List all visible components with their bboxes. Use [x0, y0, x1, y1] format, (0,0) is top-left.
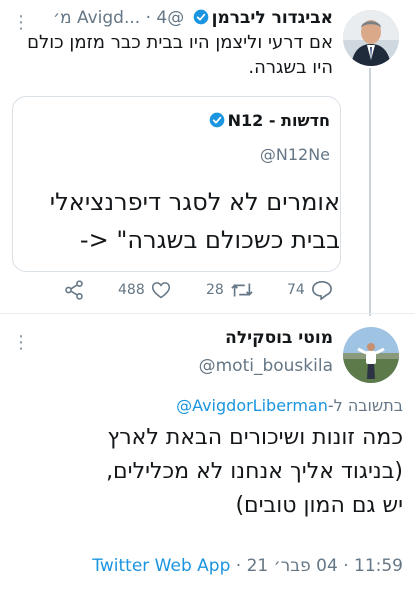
avatar[interactable]	[343, 327, 399, 383]
heart-icon	[151, 282, 170, 299]
retweet-count: 28	[206, 282, 224, 298]
quoted-author-handle: @N12Ne	[259, 145, 330, 164]
retweet-button[interactable]: 28	[206, 280, 254, 300]
reply-count: 74	[287, 282, 305, 298]
like-count: 488	[118, 282, 145, 298]
tweet-divider	[0, 313, 415, 314]
tweet-text-line: כמה זונות ושיכורים הבאת לארץ	[107, 425, 403, 450]
avatar-bouskila-image	[343, 327, 399, 383]
like-button[interactable]: 488	[118, 280, 171, 300]
quoted-author-name: חדשות - N12	[227, 111, 330, 130]
share-icon	[65, 280, 83, 300]
quoted-tweet-header: חדשות - N12	[30, 111, 330, 131]
avatar-liberman-image	[343, 10, 399, 66]
retweet-icon	[231, 283, 253, 297]
source-app-link[interactable]: Twitter Web App	[92, 556, 230, 576]
dot-separator: ·	[235, 556, 242, 576]
tweet-date[interactable]: 04 פבר׳ 21	[247, 556, 338, 576]
tweet-text-line: (בניגוד אליך אנחנו לא מכלילים,	[106, 459, 403, 484]
avatar[interactable]	[343, 10, 399, 66]
dot-separator: ·	[343, 556, 349, 576]
thread-connector-line	[369, 68, 371, 316]
tweet-time[interactable]: 11:59	[354, 556, 403, 576]
reply-icon	[311, 280, 332, 300]
author-handle[interactable]: @Avigd...	[77, 8, 184, 28]
verified-badge-icon	[193, 9, 208, 25]
tweet-text: כמה זונות ושיכורים הבאת לארץ (בניגוד אלי…	[3, 421, 403, 523]
reply-mention-link[interactable]: @AvigdorLiberman	[176, 396, 328, 415]
quoted-text-line: בבית כשכולם בשגרה" <-	[79, 226, 340, 254]
quoted-text-line: אומרים לא לסגר דיפרנציאלי	[49, 188, 340, 216]
tweet-metadata: Twitter Web App · 04 פבר׳ 21 · 11:59	[92, 556, 403, 576]
reply-prefix: בתשובה ל-	[327, 396, 403, 415]
quoted-tweet-text: אומרים לא לסגר דיפרנציאלי בבית כשכולם בש…	[13, 183, 340, 259]
reply-button[interactable]: 74	[287, 280, 333, 300]
reply-context: בתשובה ל-@AvigdorLiberman	[176, 396, 403, 415]
dot-separator: ·	[145, 8, 151, 28]
author-name[interactable]: מוטי בוסקילה	[225, 328, 333, 348]
verified-badge-icon	[209, 112, 224, 128]
author-handle[interactable]: @moti_bouskila	[199, 356, 333, 376]
quoted-tweet[interactable]: חדשות - N12 @N12Ne אומרים לא לסגר דיפרנצ…	[12, 96, 341, 272]
author-name[interactable]: אביגדור ליברמן	[212, 8, 333, 28]
tweet-text-line: יש גם המון טובים)	[235, 493, 403, 518]
more-options-icon[interactable]: ⋮	[12, 334, 30, 352]
tweet-header: אביגדור ליברמן @Avigd... · 4 מ׳	[13, 7, 333, 29]
tweet-text: אם דרעי וליצמן היו בבית כבר מזמן כולם הי…	[27, 32, 333, 78]
share-button[interactable]	[64, 280, 84, 300]
